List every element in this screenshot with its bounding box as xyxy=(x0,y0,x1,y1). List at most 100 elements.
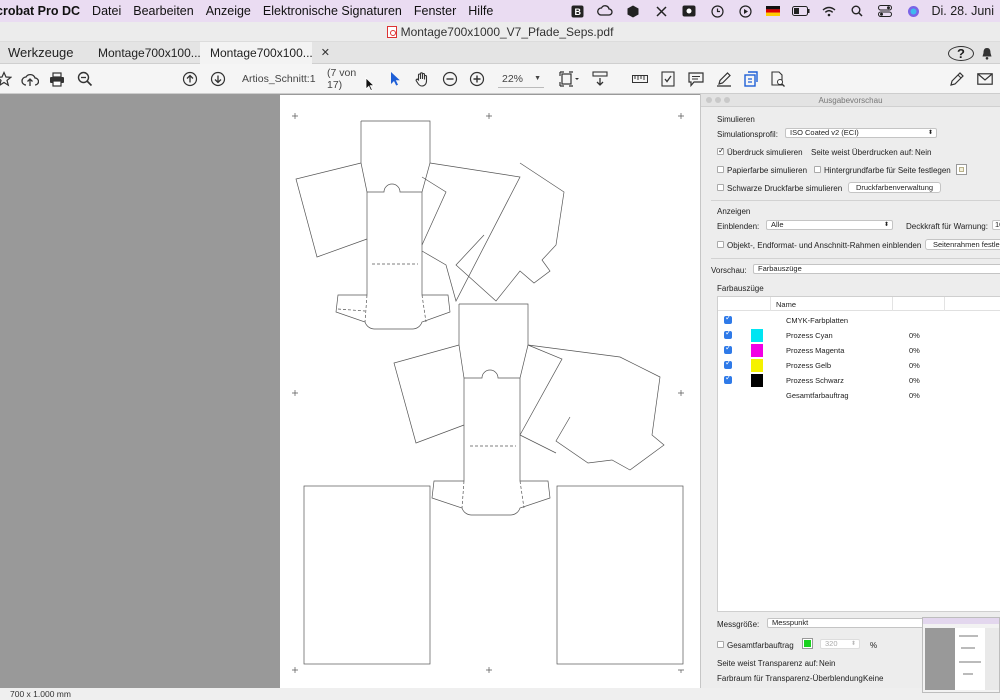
boxes-checkbox[interactable] xyxy=(717,241,724,248)
notification-bell-icon[interactable] xyxy=(974,47,1000,60)
tab-close-icon[interactable]: ✕ xyxy=(321,46,330,59)
page-overprint-value: Nein xyxy=(915,148,932,157)
spotlight-search-icon[interactable] xyxy=(843,0,871,22)
separation-checkbox[interactable] xyxy=(724,328,732,339)
print-production-icon[interactable] xyxy=(741,69,761,89)
opacity-value: 10 xyxy=(995,220,1000,229)
overprint-checkbox[interactable] xyxy=(717,146,725,155)
sim-profile-select[interactable]: ISO Coated v2 (ECI) ⬍ xyxy=(785,128,937,138)
dieline-middle xyxy=(393,303,665,516)
separation-row[interactable]: Prozess Cyan 0% xyxy=(718,328,1000,343)
previous-page-icon[interactable] xyxy=(180,69,200,89)
status-b-icon[interactable]: B xyxy=(563,0,591,22)
show-heading: Anzeigen xyxy=(717,207,751,216)
separation-coverage: 0% xyxy=(909,331,920,340)
black-ink-checkbox[interactable] xyxy=(717,184,724,191)
hand-tool-icon[interactable] xyxy=(412,69,432,89)
close-window-icon[interactable] xyxy=(706,97,712,103)
upload-cloud-icon[interactable] xyxy=(20,69,40,89)
separation-checkbox[interactable] xyxy=(724,343,732,354)
show-select[interactable]: Alle ⬍ xyxy=(766,220,893,230)
hexagon-icon[interactable] xyxy=(619,0,647,22)
menu-datei[interactable]: Datei xyxy=(86,4,127,18)
separation-checkbox[interactable] xyxy=(724,313,732,324)
creative-cloud-icon[interactable] xyxy=(591,0,619,22)
menu-anzeige[interactable]: Anzeige xyxy=(200,4,257,18)
show-label: Einblenden: xyxy=(717,222,760,231)
bg-color-checkbox[interactable] xyxy=(814,166,821,173)
opacity-input[interactable]: 10 xyxy=(992,220,1000,230)
comment-icon[interactable] xyxy=(686,69,706,89)
preview-label: Vorschau: xyxy=(711,266,747,275)
measure-select[interactable]: Messpunkt xyxy=(767,618,927,628)
menu-bearbeiten[interactable]: Bearbeiten xyxy=(127,4,199,18)
document-search-icon[interactable] xyxy=(768,69,788,89)
bookmark-star-icon[interactable] xyxy=(0,69,14,89)
zoom-out-icon[interactable] xyxy=(440,69,460,89)
battery-icon[interactable] xyxy=(787,0,815,22)
cut-icon[interactable] xyxy=(647,0,675,22)
menu-elektronische-signaturen[interactable]: Elektronische Signaturen xyxy=(257,4,408,18)
siri-icon[interactable] xyxy=(899,0,927,22)
page-label-field[interactable]: Artios_Schnitt:1 xyxy=(242,70,322,88)
zoom-level-field[interactable]: 22% ▼ xyxy=(498,70,544,88)
select-arrow-tool-icon[interactable] xyxy=(385,69,405,89)
flag-de-icon[interactable] xyxy=(759,0,787,22)
zoom-window-icon[interactable] xyxy=(724,97,730,103)
total-ink-color-swatch[interactable] xyxy=(802,638,813,649)
separation-checkbox[interactable] xyxy=(724,373,732,384)
tab-document-2[interactable]: Montage700x100... ✕ xyxy=(200,41,330,64)
menu-app-name[interactable]: crobat Pro DC xyxy=(0,4,86,18)
bg-color-swatch[interactable] xyxy=(956,164,967,175)
separation-row[interactable]: Prozess Gelb 0% xyxy=(718,358,1000,373)
tab-document-1[interactable]: Montage700x100... xyxy=(88,42,201,64)
pdf-page[interactable] xyxy=(280,95,700,688)
highlight-pen-icon[interactable] xyxy=(714,69,734,89)
separation-row[interactable]: CMYK-Farbplatten xyxy=(718,313,1000,328)
measure-ruler-icon[interactable] xyxy=(630,69,650,89)
wifi-icon[interactable] xyxy=(815,0,843,22)
scroll-mode-icon[interactable] xyxy=(590,69,610,89)
zoom-out-search-icon[interactable] xyxy=(75,69,95,89)
tab-bar: Werkzeuge Montage700x100... Montage700x1… xyxy=(0,41,1000,64)
play-icon[interactable] xyxy=(731,0,759,22)
print-icon[interactable] xyxy=(47,69,67,89)
tab-werkzeuge[interactable]: Werkzeuge xyxy=(0,45,88,60)
transparency-value: Nein xyxy=(819,659,836,668)
separation-row[interactable]: Gesamtfarbauftrag 0% xyxy=(718,388,1000,403)
page-frame-button[interactable]: Seitenrahmen festleg xyxy=(925,239,1000,250)
menu-bar: crobat Pro DC Datei Bearbeiten Anzeige E… xyxy=(0,0,1000,22)
chevron-down-icon: ⬍ xyxy=(850,641,856,647)
minimize-window-icon[interactable] xyxy=(715,97,721,103)
control-center-icon[interactable] xyxy=(871,0,899,22)
page-thumbnail-preview[interactable] xyxy=(922,617,1000,693)
show-value: Alle xyxy=(771,220,784,229)
black-ink-label: Schwarze Druckfarbe simulieren xyxy=(727,184,843,193)
separation-name: Prozess Gelb xyxy=(786,361,832,370)
zoom-dropdown-arrow-icon[interactable]: ▼ xyxy=(534,75,541,82)
time-machine-icon[interactable] xyxy=(703,0,731,22)
total-ink-input[interactable]: 320 ⬍ xyxy=(820,639,860,649)
email-icon[interactable] xyxy=(975,69,995,89)
separation-row[interactable]: Prozess Magenta 0% xyxy=(718,343,1000,358)
total-ink-checkbox[interactable] xyxy=(717,641,724,648)
ink-manager-button[interactable]: Druckfarbenverwaltung xyxy=(848,182,941,193)
separation-checkbox[interactable] xyxy=(724,358,732,369)
preview-select[interactable]: Farbauszüge xyxy=(753,264,1000,274)
next-page-icon[interactable] xyxy=(208,69,228,89)
image-capture-icon[interactable] xyxy=(675,0,703,22)
sign-pen-icon[interactable] xyxy=(947,69,967,89)
menu-fenster[interactable]: Fenster xyxy=(408,4,462,18)
dieline-upper xyxy=(295,120,565,330)
main-toolbar: Artios_Schnitt:1 (7 von 17) 22% ▼ xyxy=(0,64,1000,94)
zoom-in-icon[interactable] xyxy=(467,69,487,89)
help-icon[interactable]: ? xyxy=(948,45,974,61)
col-name-header[interactable]: Name xyxy=(776,300,796,309)
menu-hilfe[interactable]: Hilfe xyxy=(462,4,499,18)
menubar-clock[interactable]: Di. 28. Juni xyxy=(927,4,1000,18)
separation-row[interactable]: Prozess Schwarz 0% xyxy=(718,373,1000,388)
page-fit-icon[interactable] xyxy=(558,69,580,89)
paper-color-checkbox[interactable] xyxy=(717,166,724,173)
total-ink-unit: % xyxy=(870,641,878,650)
form-check-icon[interactable] xyxy=(658,69,678,89)
